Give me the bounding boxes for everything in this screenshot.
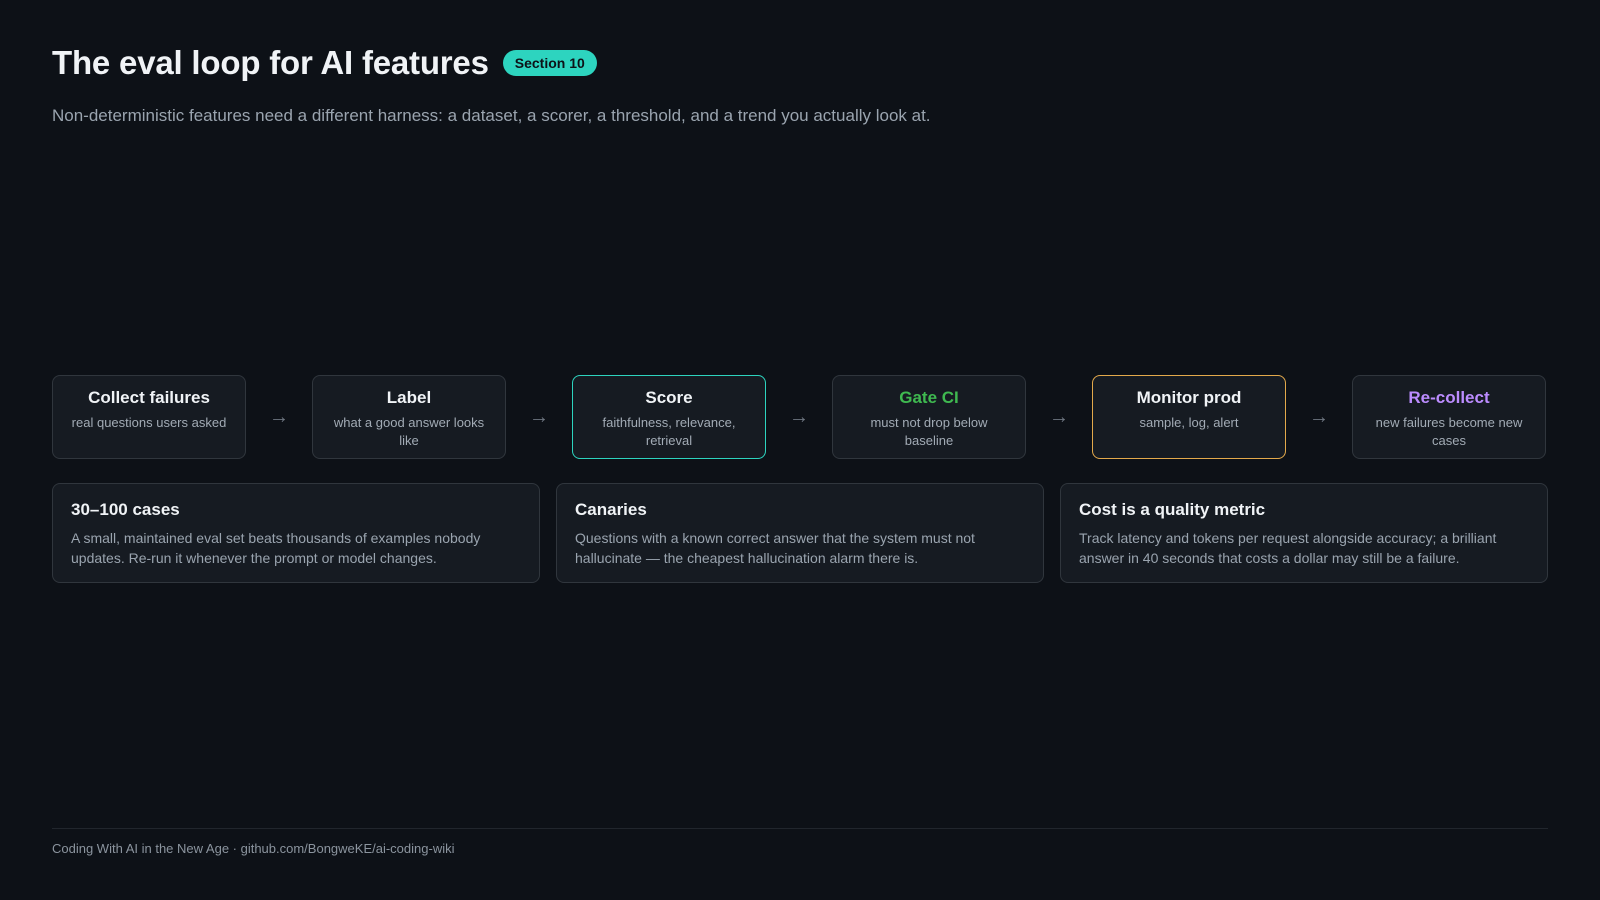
step-title: Label bbox=[386, 388, 432, 407]
step-desc: sample, log, alert bbox=[1139, 415, 1239, 430]
arrow-right-icon: → bbox=[789, 405, 809, 428]
step-desc: what a good answer looks like bbox=[333, 415, 485, 448]
arrow-right-icon: → bbox=[1049, 405, 1069, 428]
step-title: Monitor prod bbox=[1136, 388, 1242, 407]
step-desc: real questions users asked bbox=[71, 415, 227, 430]
card-text: A small, maintained eval set beats thous… bbox=[71, 530, 481, 566]
step-gate-ci: Gate CI must not drop below baseline bbox=[832, 375, 1026, 459]
step-title: Re-collect bbox=[1408, 388, 1490, 407]
footer-divider bbox=[52, 828, 1548, 829]
step-re-collect: Re-collect new failures become new cases bbox=[1352, 375, 1546, 459]
header: The eval loop for AI features Section 10 bbox=[52, 44, 597, 82]
section-badge: Section 10 bbox=[502, 50, 597, 76]
step-desc: new failures become new cases bbox=[1375, 415, 1523, 448]
card-eval-set-size: 30–100 cases A small, maintained eval se… bbox=[52, 483, 540, 583]
step-score: Score faithfulness, relevance, retrieval bbox=[572, 375, 766, 459]
step-desc: must not drop below baseline bbox=[870, 415, 988, 448]
slide: The eval loop for AI features Section 10… bbox=[0, 0, 1600, 900]
step-title: Gate CI bbox=[899, 388, 959, 407]
eval-loop-flow: Collect failures real questions users as… bbox=[52, 375, 1548, 459]
step-title: Score bbox=[645, 388, 693, 407]
step-title: Collect failures bbox=[88, 388, 210, 407]
card-title: Canaries bbox=[575, 500, 647, 519]
page-title: The eval loop for AI features bbox=[52, 44, 489, 81]
step-monitor-prod: Monitor prod sample, log, alert bbox=[1092, 375, 1286, 459]
footer-text: Coding With AI in the New Age · github.c… bbox=[52, 841, 455, 856]
arrow-right-icon: → bbox=[529, 405, 549, 428]
page-subtitle: Non-deterministic features need a differ… bbox=[52, 106, 931, 125]
card-title: Cost is a quality metric bbox=[1079, 500, 1266, 519]
card-cost-metric: Cost is a quality metric Track latency a… bbox=[1060, 483, 1548, 583]
arrow-right-icon: → bbox=[1309, 405, 1329, 428]
step-collect-failures: Collect failures real questions users as… bbox=[52, 375, 246, 459]
arrow-right-icon: → bbox=[269, 405, 289, 428]
card-title: 30–100 cases bbox=[71, 500, 180, 519]
card-canaries: Canaries Questions with a known correct … bbox=[556, 483, 1044, 583]
step-desc: faithfulness, relevance, retrieval bbox=[602, 415, 736, 448]
card-text: Questions with a known correct answer th… bbox=[575, 530, 975, 566]
info-cards: 30–100 cases A small, maintained eval se… bbox=[52, 483, 1548, 583]
step-label: Label what a good answer looks like bbox=[312, 375, 506, 459]
card-text: Track latency and tokens per request alo… bbox=[1079, 530, 1497, 566]
